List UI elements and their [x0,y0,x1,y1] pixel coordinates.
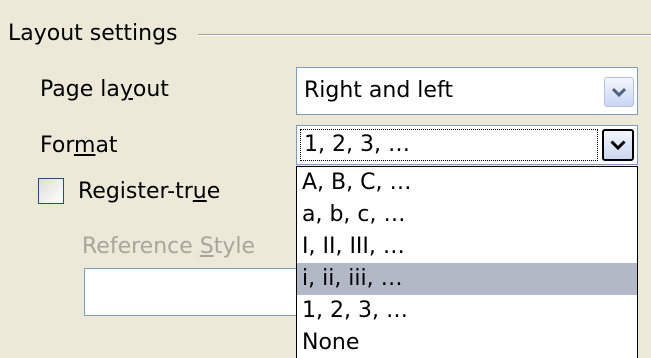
format-option[interactable]: a, b, c, … [297,199,637,231]
page-layout-value: Right and left [304,78,453,103]
section-heading-layout-settings: Layout settings [8,20,178,48]
page-layout-select[interactable]: Right and left [296,67,638,115]
format-label-text: For [40,133,74,158]
chevron-down-icon [612,87,626,97]
format-dropdown-list[interactable]: A, B, C, … a, b, c, … I, II, III, … i, i… [296,166,638,358]
format-option[interactable]: I, II, III, … [297,231,637,263]
format-label: Format [40,132,118,160]
format-label-text-end: at [95,133,118,158]
format-dropdown-button[interactable] [602,129,634,161]
page-layout-label-text: Page la [40,77,120,102]
page-layout-dropdown-button[interactable] [604,77,634,107]
format-option[interactable]: 1, 2, 3, … [297,295,637,327]
format-value: 1, 2, 3, … [304,132,410,157]
register-true-label-text-end: e [206,179,221,204]
reference-style-label-text: Reference [82,234,200,259]
format-option-highlighted[interactable]: i, ii, iii, … [297,263,637,295]
format-label-mnemonic: m [74,133,96,158]
section-title: Layout settings [8,21,178,46]
page-layout-label: Page layout [40,76,169,104]
page-layout-label-mnemonic: y [119,77,133,102]
register-true-label-mnemonic: u [192,179,207,204]
reference-style-select [84,268,296,316]
reference-style-label: Reference Style [82,233,255,261]
reference-style-label-text-end: tyle [213,234,256,259]
format-select[interactable]: 1, 2, 3, … [296,125,638,165]
format-option[interactable]: None [297,327,637,358]
register-true-checkbox[interactable] [38,178,64,204]
reference-style-label-mnemonic: S [199,234,214,259]
page-layout-label-text-end: out [132,77,169,102]
chevron-down-icon [610,140,626,151]
format-option[interactable]: A, B, C, … [297,167,637,199]
register-true-label[interactable]: Register-true [78,178,220,206]
section-divider [198,34,651,36]
register-true-label-text: Register-tr [78,179,193,204]
